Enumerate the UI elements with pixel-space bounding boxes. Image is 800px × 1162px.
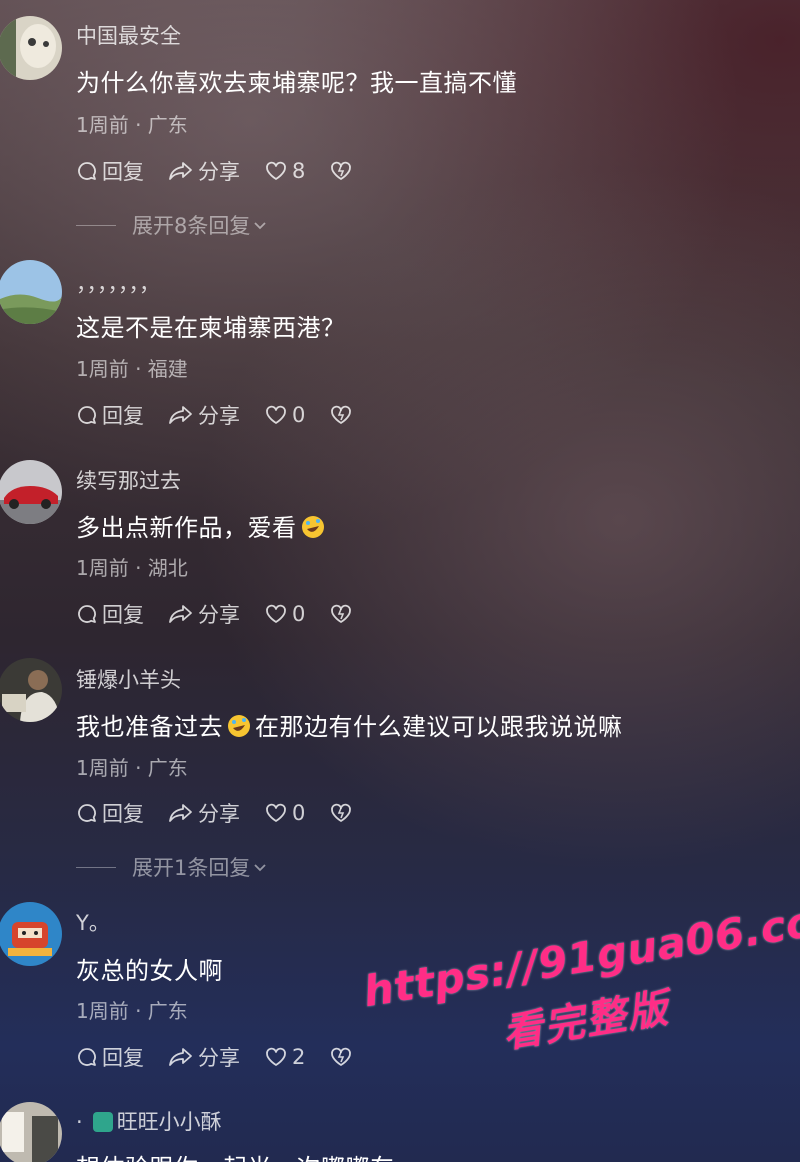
reply-button[interactable]: 回复 [76,798,144,828]
share-arrow-icon [168,603,194,625]
comment-actions: 回复 分享 0 [76,599,377,629]
heart-icon [264,802,288,824]
comment-meta: 1周前 · 福建 [76,357,188,381]
dislike-heart-icon [329,1046,353,1068]
expand-replies-button[interactable]: 展开8条回复 [76,210,268,240]
heart-icon [264,603,288,625]
avatar[interactable] [0,16,62,80]
like-count: 2 [292,1045,306,1069]
reply-label: 回复 [102,404,144,428]
reply-button[interactable]: 回复 [76,400,144,430]
comment-text: 灰总的女人啊 [76,957,223,985]
username-text: 旺旺小小酥 [116,1110,222,1134]
dislike-heart-icon [329,802,353,824]
dislike-button[interactable] [329,1046,353,1068]
reply-label: 回复 [102,160,144,184]
dislike-heart-icon [329,160,353,182]
username-prefix: · [76,1110,83,1134]
comment-meta: 1周前 · 广东 [76,999,188,1023]
username[interactable]: 锤爆小羊头 [76,664,181,694]
reply-button[interactable]: 回复 [76,156,144,186]
rolling-laugh-emoji [227,714,251,738]
avatar[interactable] [0,1102,62,1162]
rolling-laugh-emoji [301,515,325,539]
expand-replies-button[interactable]: 展开1条回复 [76,852,268,882]
share-arrow-icon [168,802,194,824]
chevron-down-icon [252,855,268,879]
expand-replies-label: 展开8条回复 [132,214,251,238]
comment-bubble-icon [76,802,98,824]
like-count: 0 [292,801,306,825]
share-label: 分享 [198,802,240,826]
dislike-button[interactable] [329,802,353,824]
reply-button[interactable]: 回复 [76,599,144,629]
like-count: 0 [292,602,306,626]
comment-text-part: 我也准备过去 [76,713,223,741]
like-button[interactable]: 8 [264,159,305,183]
heart-icon [264,404,288,426]
heart-icon [264,160,288,182]
comment-text: 为什么你喜欢去柬埔寨呢？我一直搞不懂 [76,69,517,97]
reply-label: 回复 [102,1046,144,1070]
comment-actions: 回复 分享 0 [76,400,377,430]
comment-bubble-icon [76,1046,98,1068]
comment-bubble-icon [76,404,98,426]
like-button[interactable]: 0 [264,403,305,427]
like-count: 0 [292,403,306,427]
like-button[interactable]: 0 [264,801,305,825]
comment-bubble-icon [76,603,98,625]
comment-meta: 1周前 · 湖北 [76,556,188,580]
like-button[interactable]: 2 [264,1045,305,1069]
dislike-heart-icon [329,603,353,625]
share-button[interactable]: 分享 [168,156,240,186]
comment-text: 多出点新作品，爱看 [76,508,329,543]
share-button[interactable]: 分享 [168,400,240,430]
avatar[interactable] [0,902,62,966]
comment-actions: 回复 分享 0 [76,798,377,828]
share-label: 分享 [198,404,240,428]
dislike-button[interactable] [329,404,353,426]
comment-text: 我也准备过去 在那边有什么建议可以跟我说说嘛 [76,707,623,742]
share-button[interactable]: 分享 [168,599,240,629]
share-arrow-icon [168,160,194,182]
username[interactable]: · 旺旺小小酥 [76,1106,222,1136]
share-label: 分享 [198,1046,240,1070]
like-count: 8 [292,159,306,183]
avatar[interactable] [0,260,62,324]
share-label: 分享 [198,603,240,627]
comment-bubble-icon [76,160,98,182]
comment-actions: 回复 分享 2 [76,1042,377,1072]
badge-icon [92,1112,113,1132]
username[interactable]: ，，，，，，， [76,268,160,298]
like-button[interactable]: 0 [264,602,305,626]
share-arrow-icon [168,404,194,426]
comment-text-part: 多出点新作品，爱看 [76,514,297,542]
comment-text: 想体验跟你一起光一次嘟嘟车 [76,1148,395,1162]
comment-text-part: 在那边有什么建议可以跟我说说嘛 [255,713,623,741]
share-button[interactable]: 分享 [168,798,240,828]
comment-text: 这是不是在柬埔寨西港？ [76,314,346,342]
dislike-button[interactable] [329,603,353,625]
avatar[interactable] [0,460,62,524]
reply-label: 回复 [102,802,144,826]
divider-line [76,866,116,868]
comment-meta: 1周前 · 广东 [76,113,188,137]
username[interactable]: Y。 [76,907,110,937]
reply-button[interactable]: 回复 [76,1042,144,1072]
share-arrow-icon [168,1046,194,1068]
comment-actions: 回复 分享 8 [76,156,377,186]
reply-label: 回复 [102,603,144,627]
username[interactable]: 中国最安全 [76,20,181,50]
dislike-button[interactable] [329,160,353,182]
share-label: 分享 [198,160,240,184]
share-button[interactable]: 分享 [168,1042,240,1072]
chevron-down-icon [252,213,268,237]
heart-icon [264,1046,288,1068]
username[interactable]: 续写那过去 [76,465,181,495]
divider-line [76,224,116,226]
avatar[interactable] [0,658,62,722]
expand-replies-label: 展开1条回复 [132,856,251,880]
comment-meta: 1周前 · 广东 [76,756,188,780]
dislike-heart-icon [329,404,353,426]
